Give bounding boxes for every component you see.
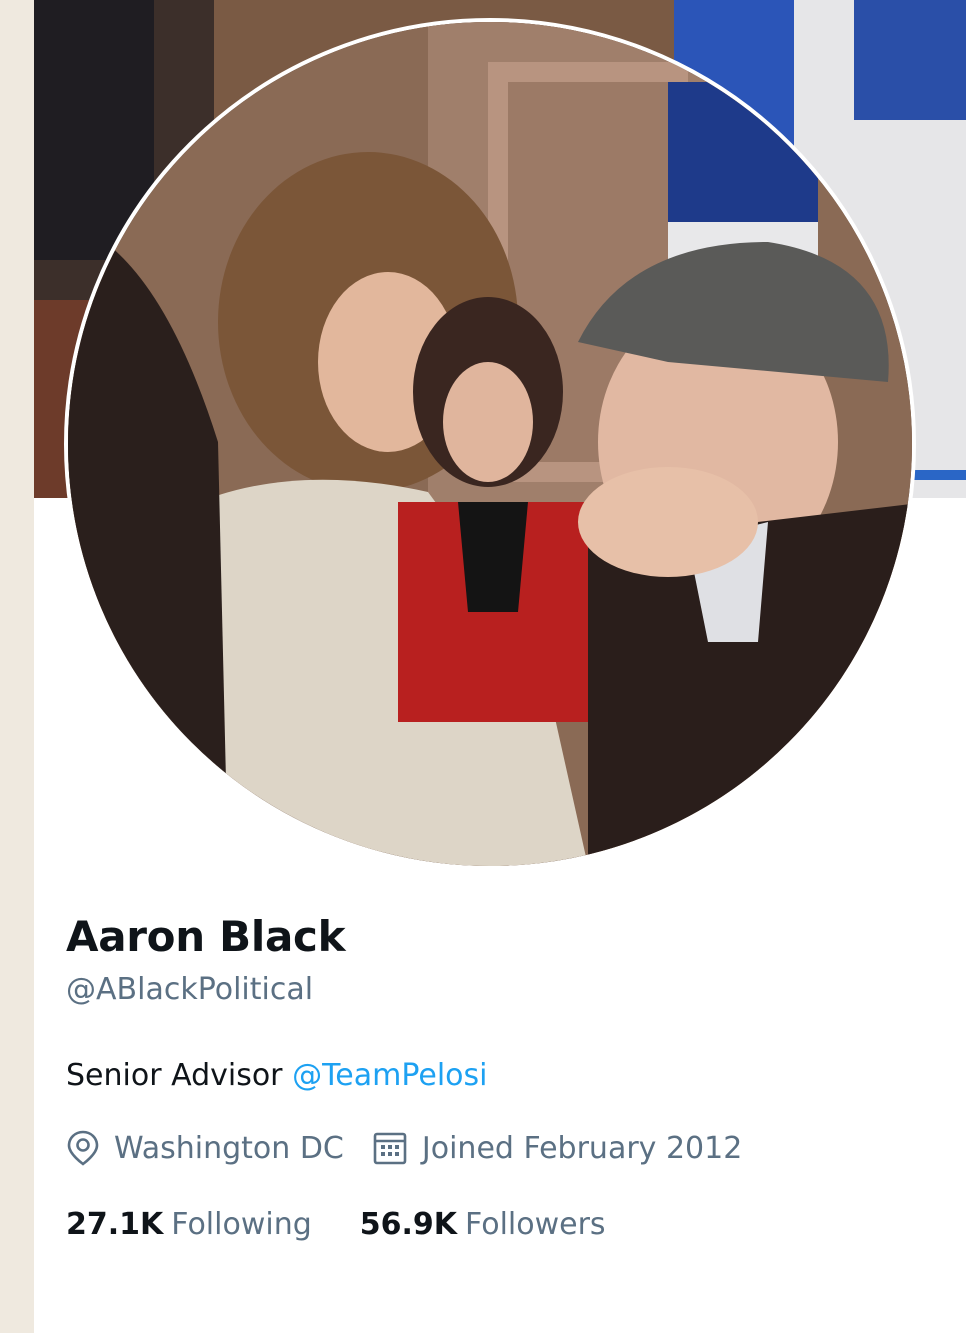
profile-card: Aaron Black @ABlackPolitical Senior Advi…	[34, 0, 966, 1333]
display-name: Aaron Black	[66, 912, 346, 961]
bio-text: Senior Advisor	[66, 1058, 283, 1093]
location-item: Washington DC	[66, 1130, 344, 1166]
followers-label: Followers	[465, 1207, 606, 1242]
following-count: 27.1K	[66, 1207, 164, 1242]
joined-item: Joined February 2012	[372, 1130, 742, 1166]
joined-text: Joined February 2012	[421, 1130, 743, 1166]
location-text: Washington DC	[114, 1130, 344, 1166]
followers-count: 56.9K	[359, 1207, 458, 1242]
location-pin-icon	[67, 1130, 99, 1166]
profile-avatar[interactable]	[64, 18, 916, 870]
profile-meta: Washington DC Joined February 2012	[66, 1130, 742, 1166]
followers-link[interactable]: 56.9K Followers	[360, 1207, 606, 1242]
following-link[interactable]: 27.1K Following	[66, 1207, 312, 1242]
calendar-icon	[373, 1132, 407, 1165]
following-label: Following	[171, 1207, 312, 1242]
profile-handle: @ABlackPolitical	[66, 972, 314, 1007]
follow-stats: 27.1K Following 56.9K Followers	[66, 1207, 606, 1242]
profile-bio: Senior Advisor @TeamPelosi	[66, 1058, 488, 1093]
bio-mention-link[interactable]: @TeamPelosi	[292, 1058, 487, 1093]
